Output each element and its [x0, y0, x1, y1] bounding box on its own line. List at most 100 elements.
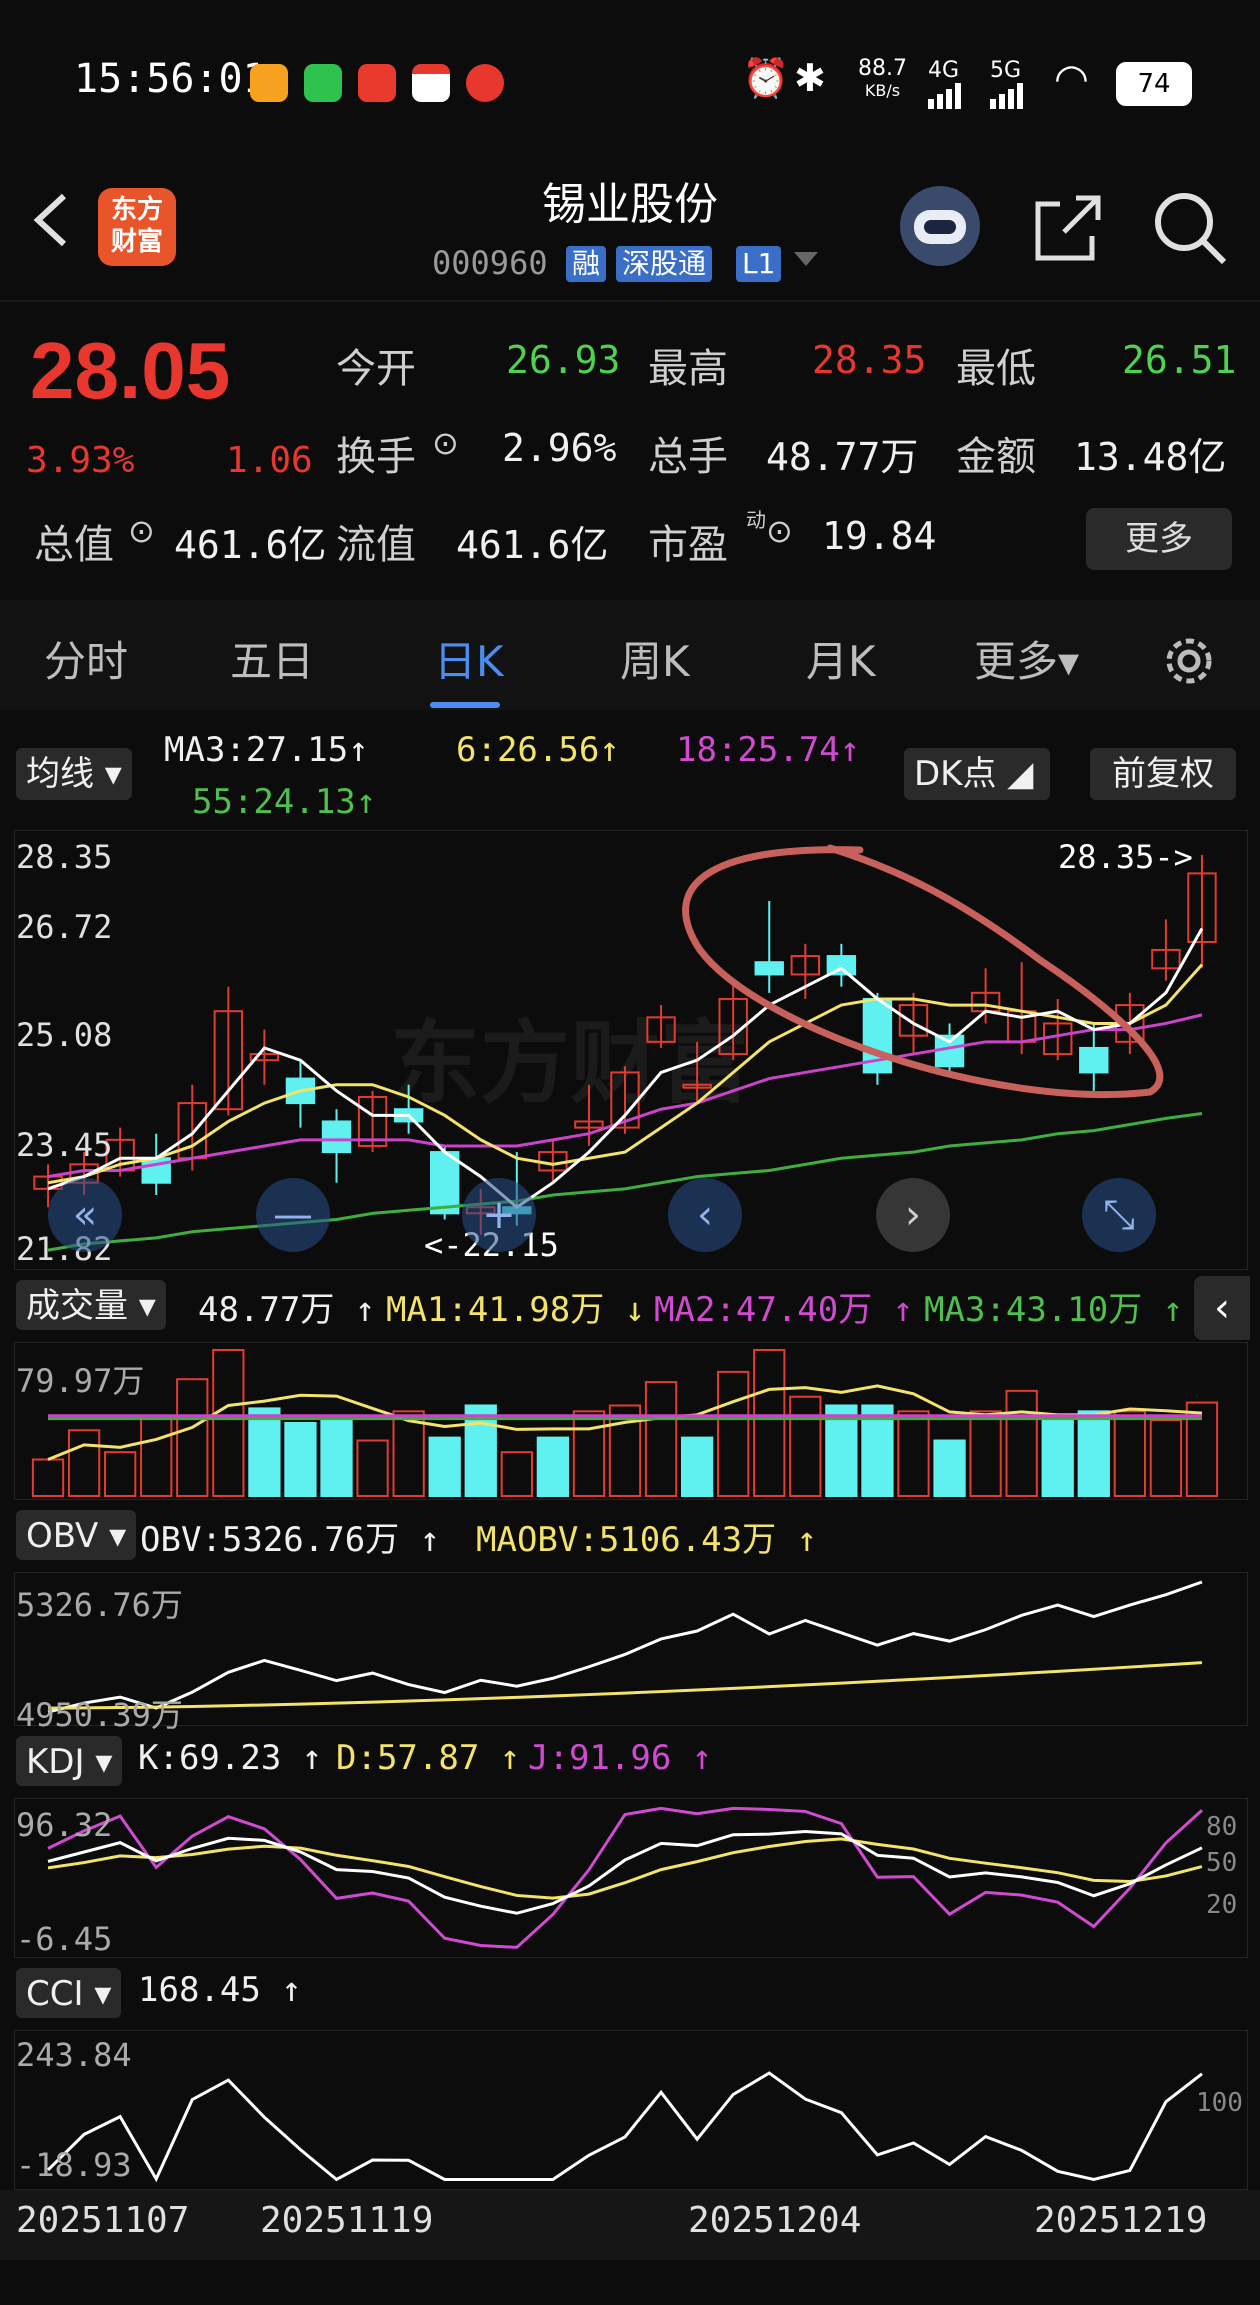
- vol-ma3-text: MA3:43.10万: [924, 1290, 1143, 1330]
- kdj-k-text: K:69.23: [138, 1738, 282, 1778]
- more-quote-button[interactable]: 更多: [1086, 508, 1232, 570]
- share-icon[interactable]: [1030, 190, 1106, 266]
- volume-bar: [933, 1439, 966, 1497]
- volume-bar: [1005, 1389, 1038, 1498]
- kdj-level-80: 80: [1206, 1812, 1238, 1842]
- fullscreen-button[interactable]: ⤡: [1082, 1178, 1156, 1252]
- kline-chart[interactable]: [0, 830, 1260, 1270]
- ma-selector-label: 均线: [26, 754, 94, 794]
- obv-selector[interactable]: OBV ▾: [16, 1510, 137, 1560]
- volume-selector-label: 成交量: [26, 1286, 128, 1326]
- candle-body: [754, 961, 784, 976]
- scroll-left-button[interactable]: ‹: [668, 1178, 742, 1252]
- vol-ma1-text: MA1:41.98万: [386, 1290, 605, 1330]
- settings-gear-icon[interactable]: [1158, 630, 1220, 692]
- tab-five-day[interactable]: 五日: [230, 628, 314, 689]
- robot-assistant-icon[interactable]: [900, 186, 980, 266]
- ma3-text: MA3:27.15: [164, 730, 349, 770]
- maobv-text: MAOBV:5106.43万: [476, 1520, 777, 1560]
- kdj-selector[interactable]: KDJ ▾: [16, 1736, 123, 1786]
- volume-y-label: 79.97万: [16, 1362, 145, 1400]
- current-price: 28.05: [30, 326, 231, 415]
- mktcap-value: 461.6亿: [174, 523, 327, 567]
- dk-point-button[interactable]: DK点 ◢: [904, 748, 1050, 800]
- pe-sup: 动: [746, 508, 766, 532]
- kdj-d-line: [47, 1837, 1203, 1900]
- ma3-value: MA3:27.15↑: [164, 730, 369, 770]
- volume-bar: [1077, 1410, 1110, 1497]
- ma6-text: 6:26.56: [456, 730, 600, 770]
- stock-code: 000960: [432, 244, 548, 282]
- zoom-in-button[interactable]: +: [462, 1178, 536, 1252]
- kdj-j: J:91.96 ↑: [528, 1738, 713, 1778]
- obv-selector-label: OBV: [26, 1516, 99, 1556]
- active-tab-indicator: [430, 702, 500, 708]
- tab-more[interactable]: 更多▾: [974, 628, 1079, 689]
- cci-line: [46, 2071, 1203, 2183]
- pe-value: 19.84: [822, 514, 937, 558]
- signal-4g: 4G: [928, 58, 961, 109]
- volume-value-text: 48.77万: [198, 1290, 335, 1330]
- kdj-selector-label: KDJ: [26, 1742, 85, 1782]
- float-label: 流值: [336, 522, 416, 568]
- candle-body: [1079, 1046, 1109, 1074]
- kdj-k-line: [47, 1829, 1203, 1915]
- date-label: 20251119: [260, 2200, 434, 2241]
- obv-value: OBV:5326.76万 ↑: [140, 1520, 441, 1560]
- low-value: 26.51: [1122, 338, 1237, 382]
- volume-bar: [248, 1407, 281, 1497]
- dropdown-icon[interactable]: [794, 252, 818, 266]
- calendar-app-icon: [412, 64, 450, 102]
- y-label: 23.45: [16, 1126, 113, 1164]
- kdj-y-bottom: -6.45: [16, 1920, 113, 1958]
- back-arrow-icon[interactable]: [28, 190, 72, 250]
- kdj-d-text: D:57.87: [336, 1738, 480, 1778]
- info-icon[interactable]: ⊙: [432, 424, 459, 462]
- volume-bar: [212, 1349, 245, 1497]
- volume-bar: [320, 1419, 353, 1497]
- obv-chart: [47, 1580, 1203, 1714]
- maobv-value: MAOBV:5106.43万 ↑: [476, 1520, 818, 1560]
- cci-selector-label: CCI: [26, 1974, 84, 2014]
- info-icon[interactable]: ⊙: [128, 512, 155, 550]
- vol-ma2-text: MA2:47.40万: [654, 1290, 873, 1330]
- tab-monthly-k[interactable]: 月K: [806, 628, 876, 689]
- ma-selector[interactable]: 均线 ▾: [16, 748, 132, 800]
- kdj-level-50: 50: [1206, 1848, 1238, 1878]
- search-icon[interactable]: [1150, 188, 1230, 268]
- signal-bars-icon: [928, 83, 961, 109]
- volume-bar: [67, 1429, 101, 1497]
- volume-bar: [572, 1410, 606, 1497]
- y-label-high: 28.35: [16, 838, 113, 876]
- open-value: 26.93: [506, 338, 621, 382]
- alarm-icon: ⏰: [742, 56, 790, 100]
- status-bar: 15:56:01 ⏰ ✱ 88.7 KB/s 4G 5G ◠ 74: [0, 0, 1260, 170]
- turnover-label: 换手: [336, 434, 416, 480]
- volume-bar: [1041, 1419, 1074, 1497]
- zoom-out-button[interactable]: —: [256, 1178, 330, 1252]
- info-icon[interactable]: ⊙: [766, 512, 793, 550]
- y-label: 26.72: [16, 908, 113, 946]
- tab-intraday[interactable]: 分时: [44, 628, 128, 689]
- cci-selector[interactable]: CCI ▾: [16, 1968, 122, 2018]
- scroll-left-fast-button[interactable]: «: [48, 1178, 122, 1252]
- tab-daily-k[interactable]: 日K: [434, 628, 504, 689]
- volume-selector[interactable]: 成交量 ▾: [16, 1280, 166, 1330]
- kdj-d: D:57.87 ↑: [336, 1738, 521, 1778]
- app-c-icon: [358, 64, 396, 102]
- wechat-icon: [304, 64, 342, 102]
- adjust-button[interactable]: 前复权: [1090, 748, 1236, 800]
- kdj-j-text: J:91.96: [528, 1738, 672, 1778]
- divider: [0, 300, 1260, 302]
- collapse-panel-button[interactable]: ‹: [1194, 1276, 1250, 1340]
- kdj-chart: [47, 1806, 1203, 1949]
- volume-bar: [897, 1410, 930, 1497]
- high-value: 28.35: [812, 338, 927, 382]
- cci-level: 100: [1196, 2088, 1243, 2118]
- net-speed-value: 88.7: [858, 56, 907, 81]
- tab-weekly-k[interactable]: 周K: [620, 628, 690, 689]
- scroll-right-button[interactable]: ›: [876, 1178, 950, 1252]
- cci-chart: [46, 2071, 1203, 2183]
- candle-body: [321, 1120, 352, 1154]
- ma18-text: 18:25.74: [676, 730, 840, 770]
